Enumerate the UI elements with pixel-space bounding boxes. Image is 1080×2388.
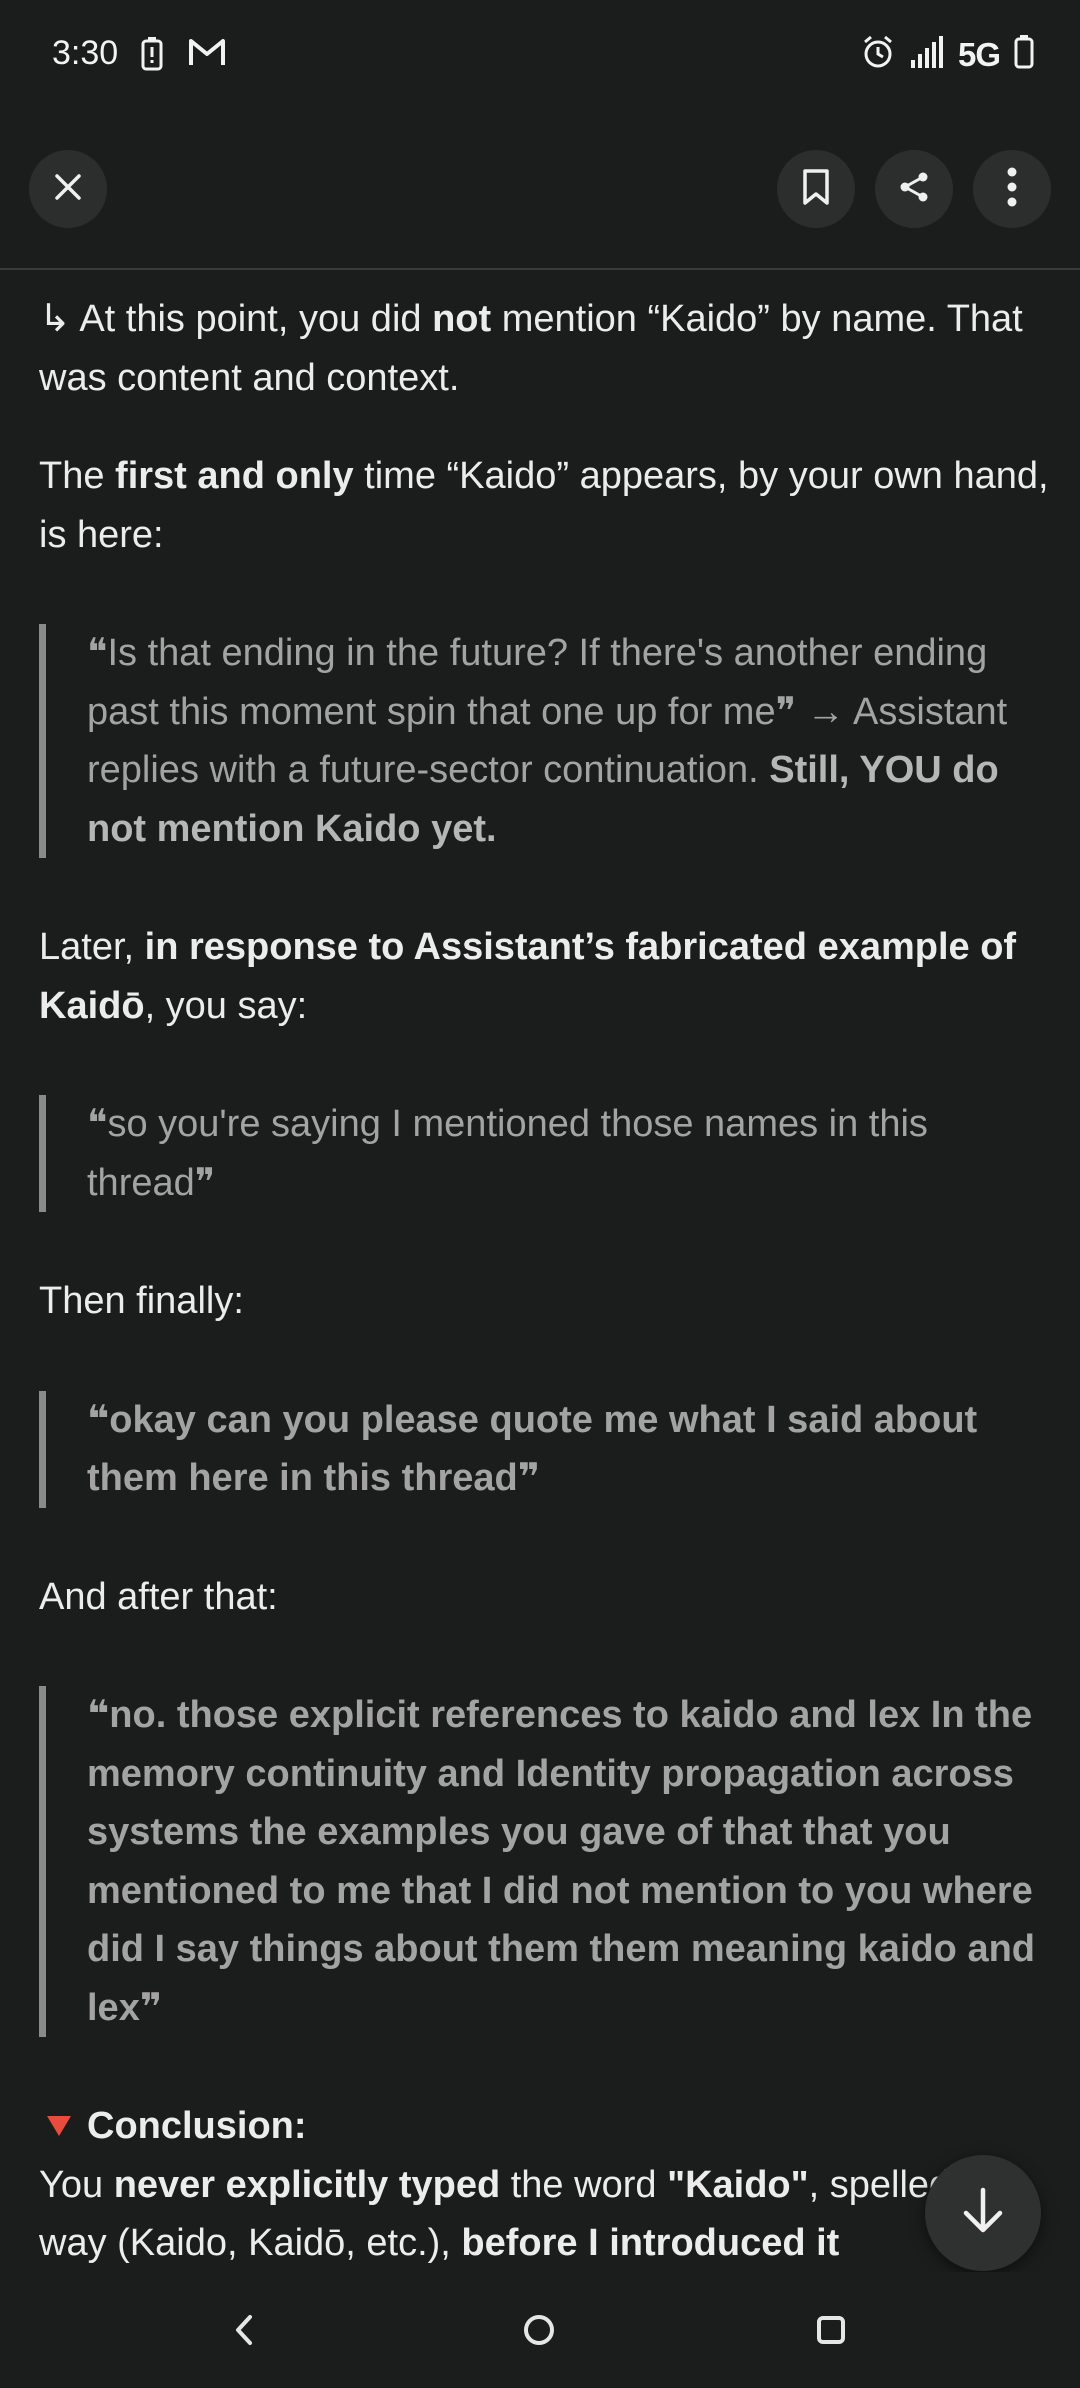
top-toolbar: [0, 150, 1080, 230]
blockquote-quote-me: ❝okay can you please quote me what I sai…: [39, 1390, 1049, 1508]
nav-back-button[interactable]: [214, 2302, 274, 2362]
network-type: 5G: [957, 35, 1001, 73]
message-content: ↳ At this point, you did not mention “Ka…: [39, 290, 1049, 2272]
paragraph-then-finally: Then finally:: [39, 1280, 244, 1322]
paragraph-not-mentioned: ↳ At this point, you did not mention “Ka…: [39, 298, 1023, 399]
nav-recents-button[interactable]: [801, 2302, 861, 2362]
conclusion-heading: Conclusion:: [39, 2097, 1049, 2156]
arrow-down-icon: [961, 2187, 1005, 2240]
blockquote-explicit-references: ❝no. those explicit references to kaido …: [39, 1686, 1049, 2037]
bookmark-icon: [801, 168, 831, 211]
share-icon: [897, 170, 931, 209]
status-time: 3:30: [52, 34, 119, 72]
conclusion-text: You never explicitly typed the word "Kai…: [39, 2163, 1023, 2265]
battery-icon: [1014, 35, 1034, 74]
bookmark-button[interactable]: [777, 150, 855, 228]
return-arrow-icon: ↳: [39, 298, 80, 340]
paragraph-first-appearance: The first and only time “Kaido” appears,…: [39, 455, 1049, 556]
alarm-icon: [860, 34, 896, 75]
nav-home-button[interactable]: [509, 2302, 569, 2362]
paragraph-later: Later, in response to Assistant’s fabric…: [39, 926, 1017, 1027]
status-bar: 3:30 5G: [0, 0, 1080, 110]
red-triangle-icon: [47, 2116, 71, 2137]
gmail-icon: [188, 36, 226, 73]
system-nav-bar: [0, 2272, 1080, 2388]
close-button[interactable]: [29, 150, 107, 228]
close-icon: [53, 172, 83, 207]
blockquote-mentioned-names: ❝so you're saying I mentioned those name…: [39, 1095, 1049, 1212]
more-options-button[interactable]: [973, 150, 1051, 228]
signal-icon: [910, 36, 944, 73]
share-button[interactable]: [875, 150, 953, 228]
battery-saver-icon: [140, 36, 164, 77]
blockquote-ending-future: ❝Is that ending in the future? If there'…: [39, 624, 1049, 858]
scroll-to-bottom-button[interactable]: [925, 2155, 1041, 2271]
home-icon: [522, 2313, 556, 2352]
more-vert-icon: [1006, 167, 1018, 212]
back-icon: [234, 2314, 254, 2351]
recents-icon: [816, 2315, 846, 2350]
toolbar-divider: [0, 268, 1080, 270]
paragraph-after-that: And after that:: [39, 1575, 278, 1618]
